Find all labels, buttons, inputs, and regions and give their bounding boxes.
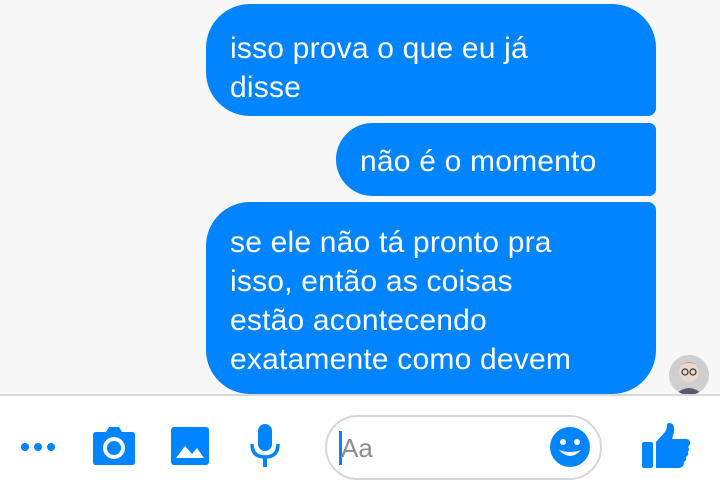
- more-icon[interactable]: [20, 437, 56, 457]
- message-line: isso, então as coisas: [230, 265, 513, 298]
- message-line: não é o momento: [360, 145, 597, 178]
- avatar-image: [669, 355, 709, 395]
- message-bubble[interactable]: se ele não tá pronto pra isso, então as …: [206, 202, 656, 394]
- emoji-icon[interactable]: [549, 426, 591, 468]
- mic-icon[interactable]: [250, 424, 280, 468]
- message-bubble[interactable]: não é o momento: [336, 123, 656, 196]
- like-icon[interactable]: [641, 423, 691, 469]
- message-line: se ele não tá pronto pra: [230, 226, 552, 259]
- message-line: exatamente como devem: [230, 343, 572, 376]
- message-thread: isso prova o que eu já disse não é o mom…: [0, 0, 720, 395]
- message-line: disse: [230, 71, 302, 104]
- message-bubble[interactable]: isso prova o que eu já disse: [206, 4, 656, 116]
- message-line: estão acontecendo: [230, 304, 487, 337]
- message-line: isso prova o que eu já: [230, 32, 528, 65]
- camera-icon[interactable]: [92, 426, 136, 466]
- read-receipt-avatar: [669, 355, 709, 395]
- photo-icon[interactable]: [171, 427, 209, 465]
- message-input[interactable]: [341, 429, 541, 467]
- composer-bar: [0, 396, 720, 501]
